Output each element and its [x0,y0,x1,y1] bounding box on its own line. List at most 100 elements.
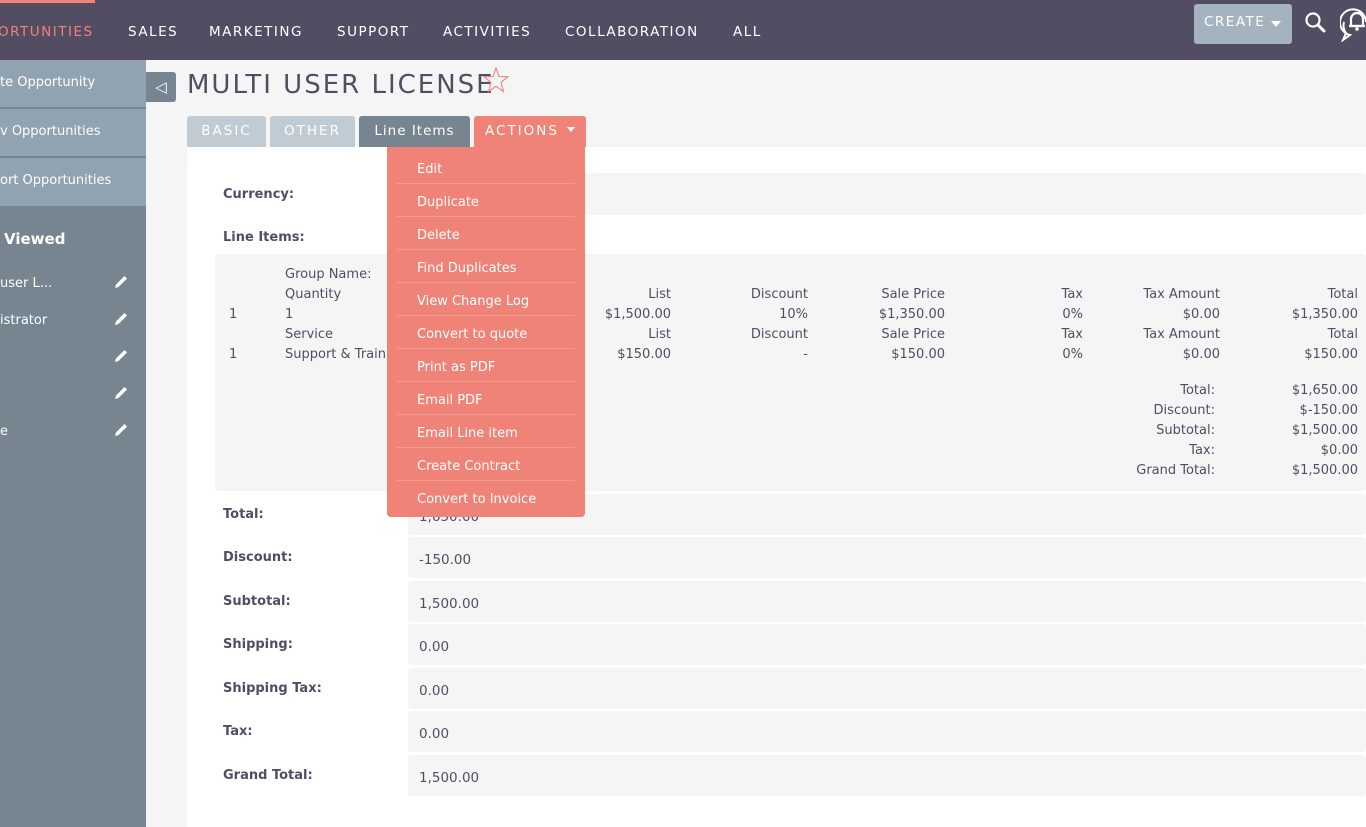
line-item-tax-amount: $0.00 [1182,347,1220,362]
group-name-label: Group Name: [285,267,372,282]
summary-grand-total-value: $1,500.00 [1291,463,1358,478]
column-header-tax: Tax [1061,327,1083,342]
summary-tax-value: $0.00 [1320,443,1358,458]
column-header-quantity: Quantity [285,287,342,302]
discount-value: -150.00 [419,552,472,568]
tax-value: 0.00 [419,726,450,742]
tax-label: Tax: [223,724,253,739]
summary-discount-label: Discount: [1153,403,1215,418]
nav-item-support[interactable]: SUPPORT [337,24,410,40]
line-items-label: Line Items: [223,230,305,245]
recent-item[interactable]: e [0,420,146,444]
subtotal-value: 1,500.00 [419,596,480,612]
recent-item-label[interactable]: user L... [0,276,52,291]
create-button[interactable]: CREATE [1194,4,1292,44]
column-header-discount: Discount [750,327,808,342]
menu-item-convert-to-quote[interactable]: Convert to quote [397,316,575,349]
column-header-total: Total [1327,327,1358,342]
summary-subtotal-label: Subtotal: [1156,423,1215,438]
sidebar-action-import-opportunities[interactable]: ort Opportunities [0,158,146,206]
recent-item-label[interactable]: istrator [0,313,47,328]
pencil-icon[interactable] [113,422,129,438]
tab-actions[interactable]: ACTIONS [474,116,586,147]
line-item-tax: 0% [1062,307,1083,322]
summary-total-value: $1,650.00 [1291,383,1358,398]
line-item-list: $1,500.00 [604,307,671,322]
summary-tax-label: Tax: [1189,443,1215,458]
shipping-tax-label: Shipping Tax: [223,681,322,696]
nav-item-sales[interactable]: SALES [128,24,178,40]
summary-subtotal-value: $1,500.00 [1291,423,1358,438]
active-module-indicator [0,0,95,3]
pencil-icon[interactable] [113,274,129,290]
menu-item-find-duplicates[interactable]: Find Duplicates [397,250,575,283]
nav-item-marketing[interactable]: MARKETING [209,24,303,40]
shipping-label: Shipping: [223,637,293,652]
sidebar-action-label: v Opportunities [0,124,101,139]
column-header-service: Service [285,327,334,342]
line-item-tax: 0% [1062,347,1083,362]
menu-item-duplicate[interactable]: Duplicate [397,184,575,217]
currency-label: Currency: [223,187,295,202]
column-header-total: Total [1327,287,1358,302]
nav-item-collaboration[interactable]: COLLABORATION [565,24,699,40]
menu-item-edit[interactable]: Edit [397,151,575,184]
line-item-total: $1,350.00 [1291,307,1358,322]
shipping-tax-field [408,668,1366,709]
recent-item[interactable] [0,346,146,370]
sidebar-action-view-opportunities[interactable]: v Opportunities [0,109,146,157]
line-item-sale-price: $1,350.00 [878,307,945,322]
menu-item-print-as-pdf[interactable]: Print as PDF [397,349,575,382]
tab-line-items[interactable]: Line Items [359,116,470,147]
discount-field [408,537,1366,578]
menu-item-create-contract[interactable]: Create Contract [397,448,575,481]
recent-item[interactable]: user L... [0,272,146,296]
line-item-discount: - [803,347,808,362]
nav-item-opportunities[interactable]: ORTUNITIES [0,24,94,40]
tab-basic[interactable]: BASIC [187,116,266,147]
create-button-label: CREATE [1204,14,1266,30]
nav-item-all[interactable]: ALL [733,24,762,40]
recently-viewed-heading: Viewed [4,230,66,248]
line-item-discount: 10% [779,307,808,322]
summary-total-label: Total: [1180,383,1215,398]
line-item-index: 1 [229,307,238,322]
pencil-icon[interactable] [113,311,129,327]
detail-panel: Currency: Line Items: Group Name: Quanti… [187,147,1366,827]
total-label: Total: [223,507,264,522]
menu-item-email-pdf[interactable]: Email PDF [397,382,575,415]
recent-item[interactable]: istrator [0,309,146,333]
sidebar-action-label: ort Opportunities [0,173,112,188]
pencil-icon[interactable] [113,348,129,364]
menu-item-delete[interactable]: Delete [397,217,575,250]
column-header-tax-amount: Tax Amount [1143,287,1220,302]
top-navigation-bar: ORTUNITIES SALES MARKETING SUPPORT ACTIV… [0,0,1366,60]
menu-item-convert-to-invoice[interactable]: Convert to Invoice [397,481,575,514]
column-header-tax: Tax [1061,287,1083,302]
column-header-sale-price: Sale Price [881,327,945,342]
column-header-list: List [648,327,671,342]
bell-icon[interactable] [1340,2,1366,42]
recent-item-label[interactable]: e [0,424,8,439]
line-item-index: 1 [229,347,238,362]
column-header-list: List [648,287,671,302]
tab-other[interactable]: OTHER [270,116,355,147]
sidebar-action-create-opportunity[interactable]: te Opportunity [0,60,146,108]
line-item-list: $150.00 [617,347,671,362]
nav-item-activities[interactable]: ACTIVITIES [443,24,531,40]
search-icon[interactable] [1303,10,1327,34]
recent-item[interactable] [0,383,146,407]
chevron-down-icon [566,127,575,132]
collapse-left-icon: ◁ [155,78,167,96]
line-item-sale-price: $150.00 [891,347,945,362]
sidebar-collapse-button[interactable]: ◁ [146,72,176,102]
column-header-sale-price: Sale Price [881,287,945,302]
menu-item-view-change-log[interactable]: View Change Log [397,283,575,316]
actions-dropdown-menu: Edit Duplicate Delete Find Duplicates Vi… [387,147,585,517]
subtotal-field [408,581,1366,622]
star-outline-icon[interactable] [482,66,510,94]
menu-item-email-line-item[interactable]: Email Line item [397,415,575,448]
line-item-total: $150.00 [1304,347,1358,362]
pencil-icon[interactable] [113,385,129,401]
actions-label: ACTIONS [485,123,559,139]
